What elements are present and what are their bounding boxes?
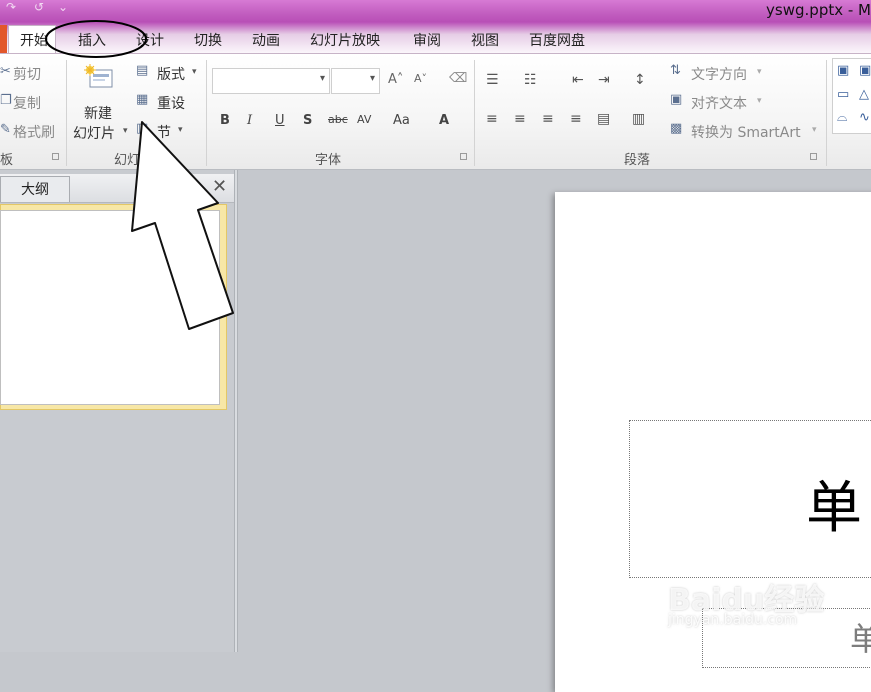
annotation-arrow xyxy=(131,121,234,330)
annotation-ellipse xyxy=(45,20,147,58)
annotation-overlay xyxy=(45,20,234,330)
